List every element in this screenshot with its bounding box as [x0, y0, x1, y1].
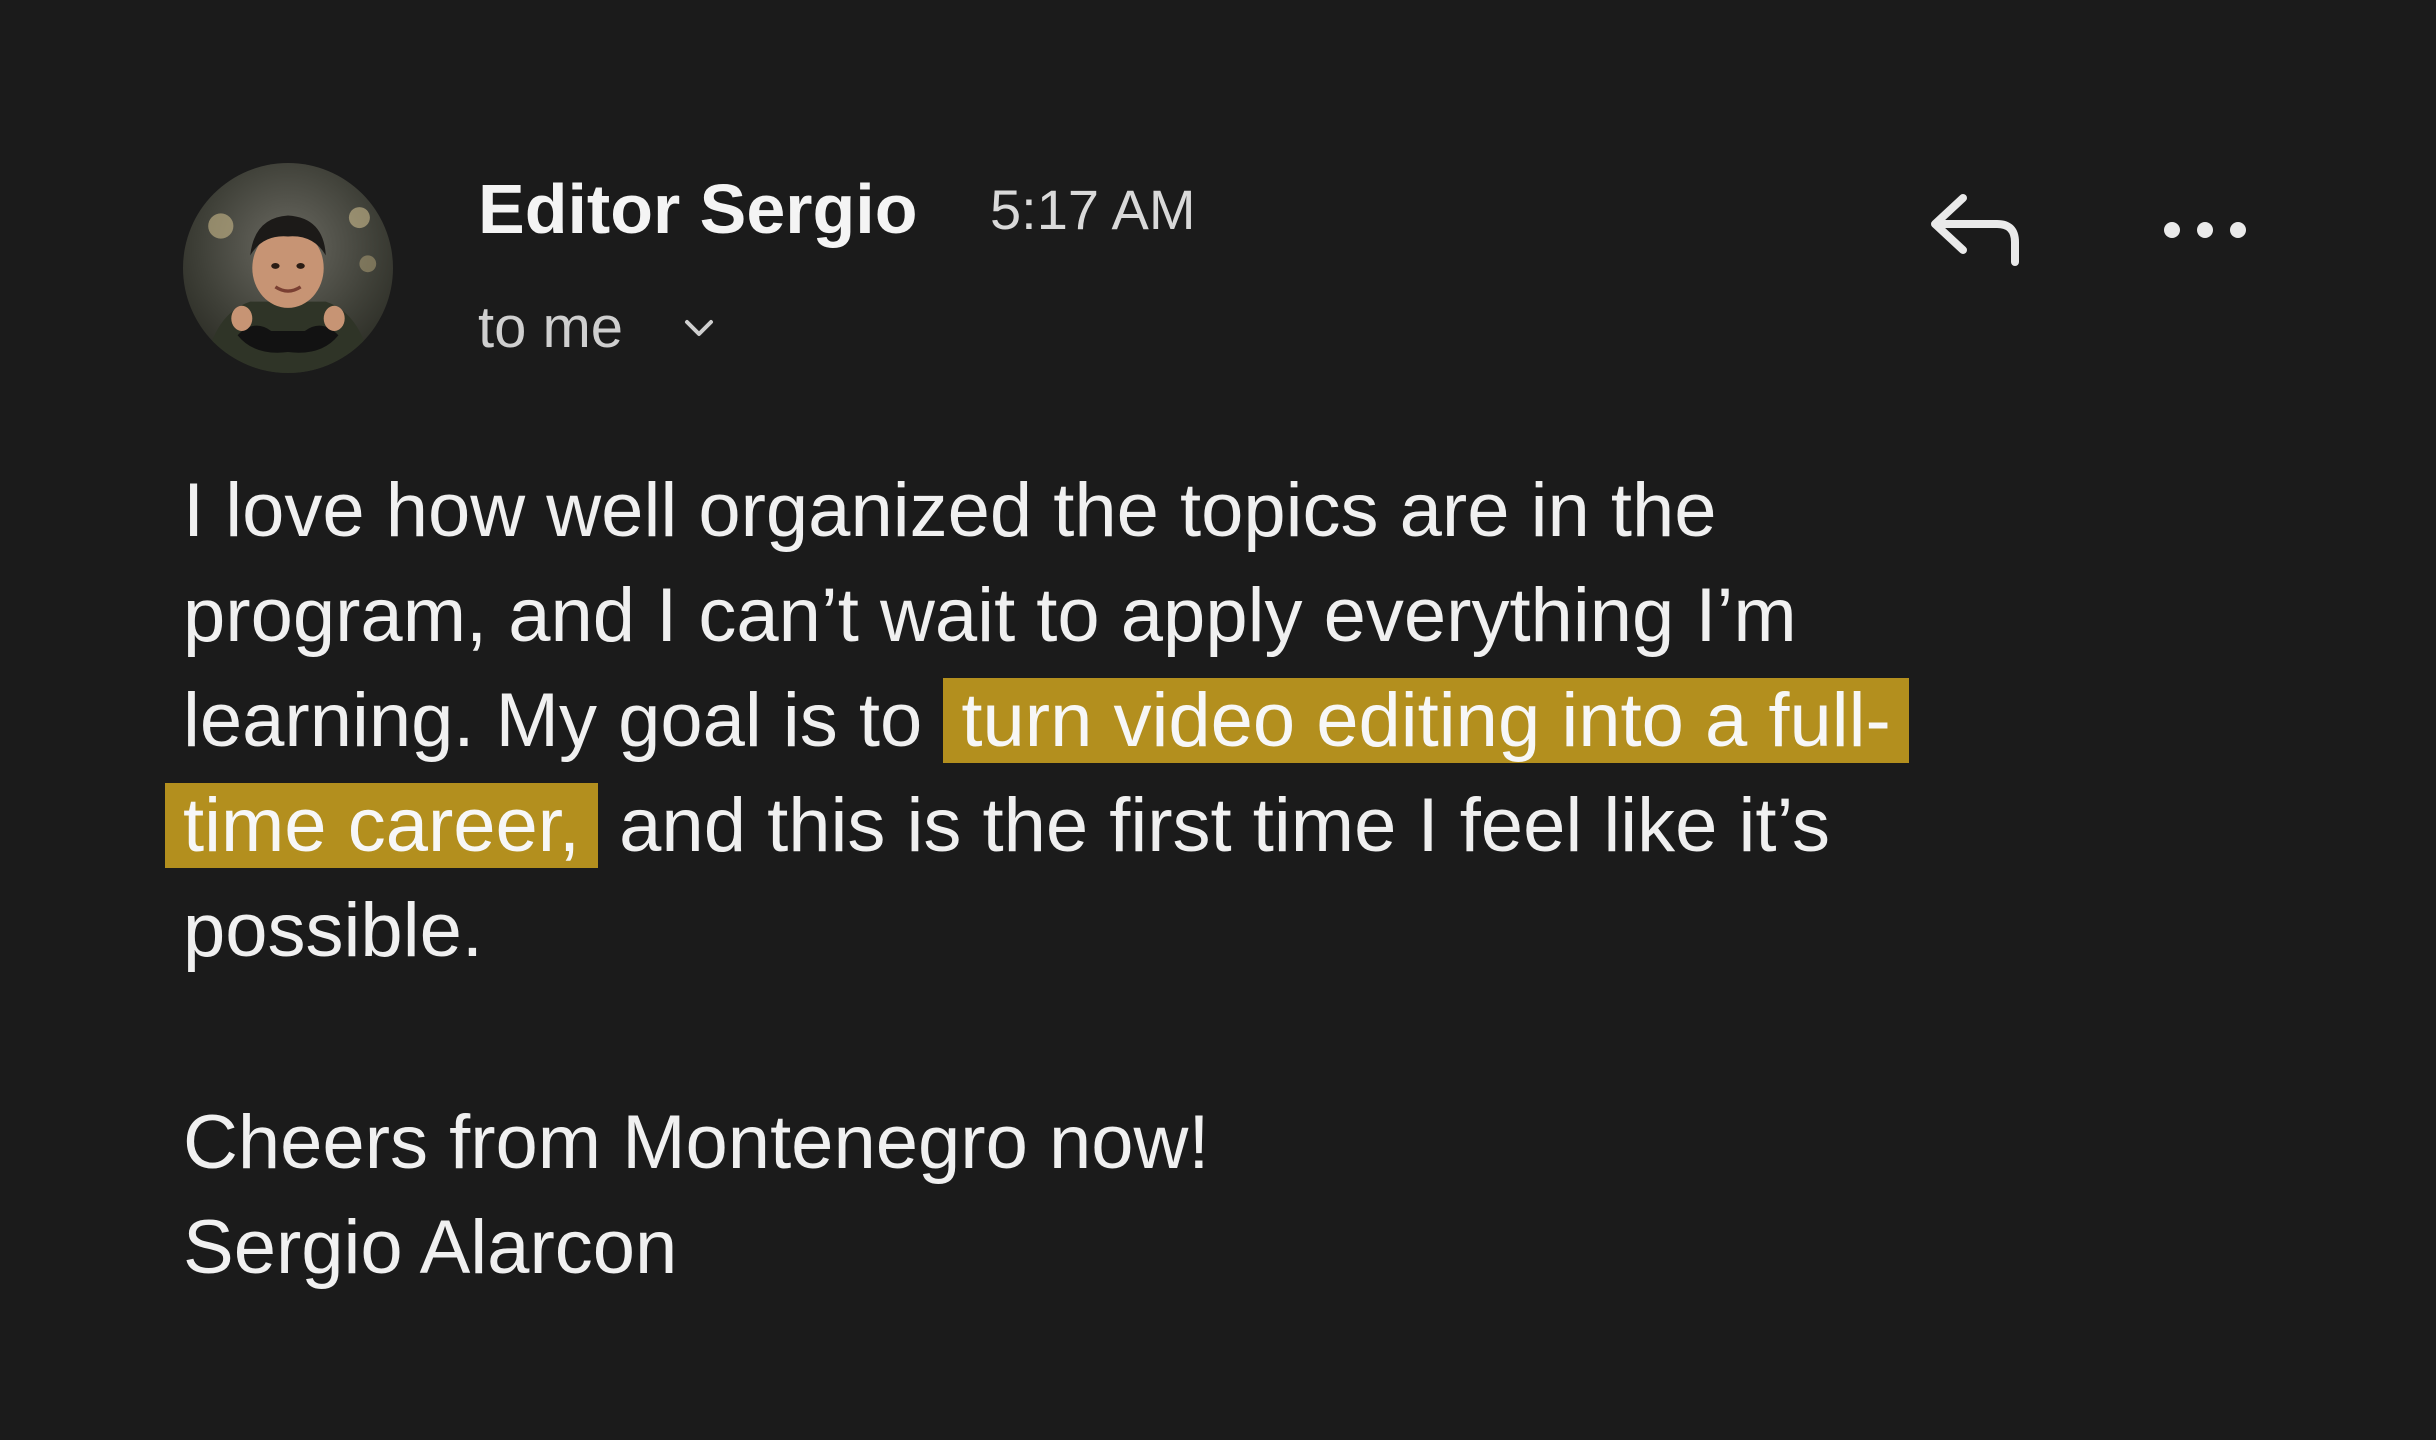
recipient-details-toggle[interactable]: to me [478, 288, 719, 368]
highlighted-text: time career, [165, 783, 599, 868]
reply-icon [1931, 194, 2019, 266]
signoff-greeting: Cheers from Montenegro now! [183, 1100, 1210, 1185]
sender-name[interactable]: Editor Sergio [478, 164, 917, 254]
message-paragraph: learning. My goal is to turn video editi… [165, 668, 2233, 983]
signoff-name: Sergio Alarcon [183, 1205, 678, 1290]
message-text: possible. [183, 888, 483, 973]
recipient-label: to me [478, 295, 624, 360]
message-line: program, and I can’t wait to apply every… [183, 573, 1797, 658]
message-text: and this is the first time I feel like i… [598, 783, 1831, 868]
highlighted-text: turn video editing into a full- [943, 678, 1909, 763]
chevron-down-icon[interactable] [679, 308, 719, 348]
more-options-button[interactable] [2150, 180, 2260, 280]
avatar-photo [183, 163, 393, 373]
message-text: learning. My goal is to [183, 678, 944, 763]
more-horizontal-icon [2164, 222, 2246, 238]
avatar[interactable] [183, 163, 393, 373]
message-body: I love how well organized the topics are… [165, 458, 2233, 983]
message-signoff: Cheers from Montenegro now! Sergio Alarc… [183, 1090, 1209, 1300]
send-time: 5:17 AM [990, 178, 1196, 241]
reply-button[interactable] [1920, 180, 2030, 280]
message-line: I love how well organized the topics are… [183, 468, 1717, 553]
